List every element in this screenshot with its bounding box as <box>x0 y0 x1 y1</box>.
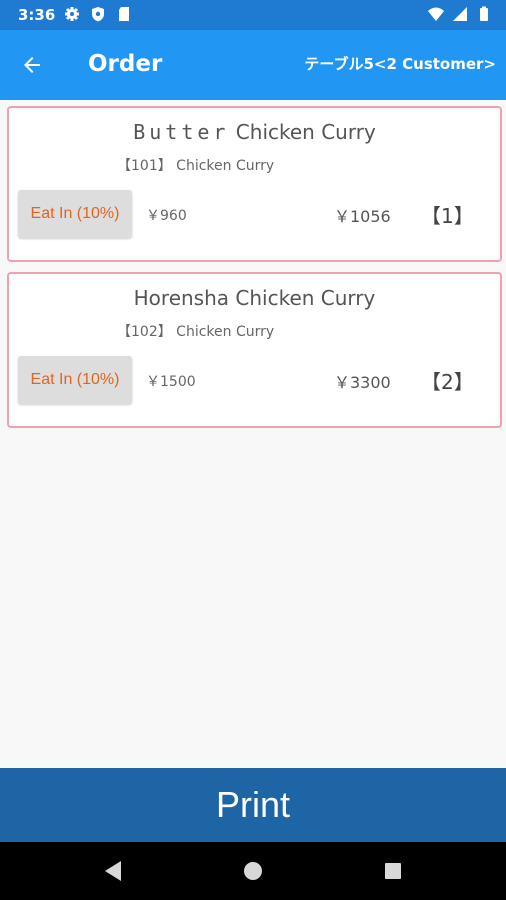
sd-card-icon <box>119 7 129 21</box>
status-right-icons <box>428 6 492 22</box>
quantity: 【1】 <box>421 204 474 228</box>
print-button[interactable]: Print <box>0 768 506 842</box>
status-time: 3:36 <box>18 6 56 24</box>
battery-icon <box>480 6 488 21</box>
unit-price: ￥960 <box>146 208 187 224</box>
page-title: Order <box>88 51 163 77</box>
item-name-suffix: Chicken Curry <box>229 120 376 144</box>
shield-icon <box>92 7 104 22</box>
tax-type-button[interactable]: Eat In (10%) <box>18 356 132 404</box>
signal-icon <box>453 7 467 21</box>
back-button[interactable] <box>12 45 52 85</box>
tax-type-button[interactable]: Eat In (10%) <box>18 190 132 238</box>
line-total: ￥1056 <box>334 207 391 226</box>
nav-home-button[interactable] <box>240 858 266 884</box>
item-code: 【101】 Chicken Curry <box>117 158 275 174</box>
navigation-bar <box>0 842 506 900</box>
status-bar: 3:36 <box>0 0 506 30</box>
arrow-left-icon <box>24 57 40 73</box>
item-code: 【102】 Chicken Curry <box>117 324 275 340</box>
line-total: ￥3300 <box>334 373 391 392</box>
circle-home-icon <box>244 862 262 880</box>
item-name-suffix: Horensha Chicken Curry <box>133 286 376 310</box>
gear-icon <box>65 7 79 21</box>
item-name-prefix: Butter <box>133 120 230 144</box>
item-name: Horensha Chicken Curry <box>9 286 500 310</box>
nav-recents-button[interactable] <box>380 858 406 884</box>
order-item-card[interactable]: Butter Chicken Curry 【101】 Chicken Curry… <box>7 106 502 262</box>
quantity: 【2】 <box>421 370 474 394</box>
unit-price: ￥1500 <box>146 374 196 390</box>
table-info: テーブル5<2 Customer> <box>304 55 496 73</box>
status-left-icons <box>64 6 132 22</box>
order-item-card[interactable]: Horensha Chicken Curry 【102】 Chicken Cur… <box>7 272 502 428</box>
triangle-back-icon <box>105 861 121 881</box>
wifi-icon <box>428 7 444 21</box>
nav-back-button[interactable] <box>100 858 126 884</box>
app-bar: Order テーブル5<2 Customer> <box>0 30 506 100</box>
square-recents-icon <box>385 863 401 879</box>
item-name: Butter Chicken Curry <box>9 120 500 144</box>
